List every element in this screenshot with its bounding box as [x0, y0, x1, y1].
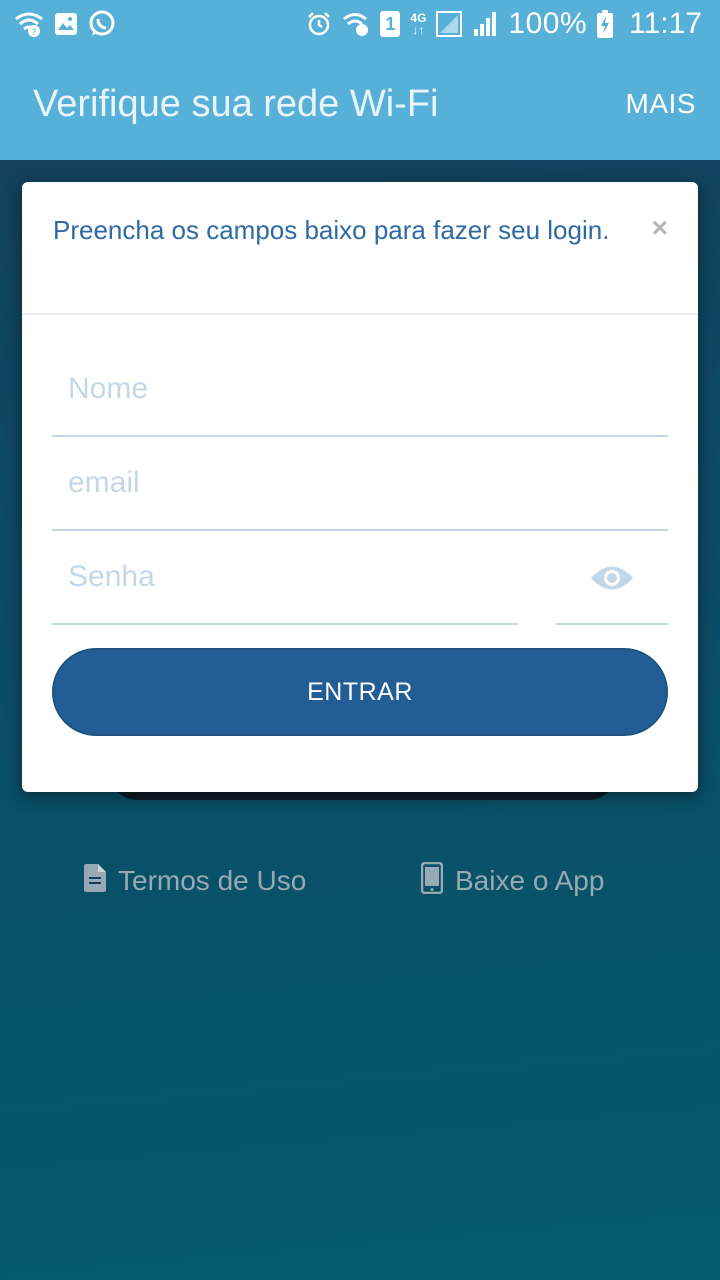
status-icons-left: ? [14, 10, 116, 38]
page-title: Verifique sua rede Wi-Fi [33, 82, 439, 125]
close-icon[interactable]: × [652, 212, 668, 244]
show-password-toggle[interactable] [556, 531, 668, 625]
password-input[interactable] [52, 531, 518, 623]
network-type-label: 4G [410, 11, 427, 25]
eye-icon [589, 563, 635, 598]
terms-of-use-label: Termos de Uso [118, 865, 307, 896]
image-icon [54, 12, 78, 36]
enter-button[interactable]: ENTRAR [52, 648, 668, 736]
email-field-container [52, 437, 668, 531]
sim-1-icon: 1 [380, 11, 401, 37]
battery-percent: 100% [508, 7, 588, 40]
wifi-question-icon: ? [14, 11, 44, 37]
download-app-link[interactable]: Baixe o App [420, 856, 605, 906]
password-field-container [52, 531, 518, 625]
wifi-calling-icon [342, 12, 370, 36]
alarm-icon [306, 11, 332, 37]
name-input[interactable] [52, 343, 668, 435]
more-button[interactable]: MAIS [626, 88, 696, 120]
login-modal: Preencha os campos baixo para fazer seu … [22, 182, 698, 792]
download-app-label: Baixe o App [455, 865, 605, 896]
signal-sim2-icon [472, 11, 498, 37]
email-input[interactable] [52, 437, 668, 529]
svg-text:?: ? [32, 28, 37, 37]
status-bar: ? 1 4G ↓↑ 100% 11:17 [0, 0, 720, 48]
battery-charging-icon [597, 10, 614, 38]
terms-of-use-link[interactable]: Termos de Uso [84, 856, 306, 906]
modal-message: Preencha os campos baixo para fazer seu … [53, 215, 610, 245]
4g-icon: 4G ↓↑ [410, 11, 427, 37]
app-bar: Verifique sua rede Wi-Fi MAIS [0, 48, 720, 160]
modal-header: Preencha os campos baixo para fazer seu … [22, 182, 698, 315]
status-icons-right: 1 4G ↓↑ 100% 11:17 [306, 7, 702, 41]
clock: 11:17 [629, 7, 702, 40]
smartphone-icon [420, 861, 444, 901]
signal-sim1-icon [436, 11, 463, 37]
name-field-container [52, 343, 668, 437]
document-icon [84, 863, 106, 899]
whatsapp-icon [88, 10, 116, 38]
